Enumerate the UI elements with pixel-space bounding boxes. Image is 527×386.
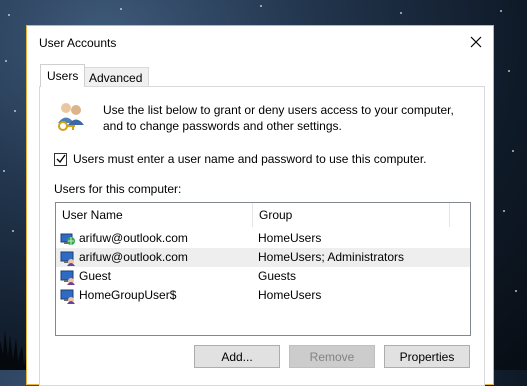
table-row[interactable]: Guest Guests [56, 267, 470, 286]
user-name: arifuw@outlook.com [79, 250, 188, 264]
tab-strip: Users Advanced [27, 60, 493, 87]
admin-user-icon [60, 251, 75, 266]
table-row[interactable]: arifuw@outlook.com HomeUsers; Administra… [56, 248, 470, 267]
title-bar: User Accounts [27, 26, 493, 60]
user-accounts-window: User Accounts Users Advanced Use the lis… [26, 25, 494, 386]
user-name: Guest [79, 269, 112, 283]
tab-advanced[interactable]: Advanced [82, 67, 150, 87]
user-name: arifuw@outlook.com [79, 231, 188, 245]
user-group: HomeUsers [258, 288, 322, 302]
must-login-label[interactable]: Users must enter a user name and passwor… [73, 152, 427, 166]
user-group: Guests [258, 269, 297, 283]
remove-button[interactable]: Remove [289, 345, 375, 368]
users-tab-panel: Use the list below to grant or deny user… [39, 86, 485, 386]
window-title: User Accounts [39, 36, 117, 50]
online-user-icon [60, 233, 75, 245]
checkmark-icon [56, 154, 66, 164]
must-login-row: Users must enter a user name and passwor… [54, 152, 427, 166]
column-header-user-name[interactable]: User Name [56, 203, 252, 227]
intro-text: Use the list below to grant or deny user… [103, 103, 454, 133]
user-name: HomeGroupUser$ [79, 288, 177, 302]
tab-users[interactable]: Users [40, 64, 86, 87]
table-row[interactable]: HomeGroupUser$ HomeUsers [56, 286, 470, 305]
users-listview[interactable]: User Name Group arifuw@outlook.com HomeU… [55, 202, 471, 336]
properties-button[interactable]: Properties [384, 345, 470, 368]
admin-user-icon [60, 270, 75, 285]
table-row[interactable]: arifuw@outlook.com HomeUsers [56, 229, 470, 248]
add-button[interactable]: Add... [194, 345, 280, 368]
close-icon [470, 36, 482, 48]
user-group: HomeUsers [258, 231, 322, 245]
must-login-checkbox[interactable] [54, 152, 67, 166]
listview-header: User Name Group [56, 203, 470, 227]
user-group: HomeUsers; Administrators [258, 250, 405, 264]
users-keys-icon [58, 103, 84, 131]
close-button[interactable] [461, 28, 491, 56]
admin-user-icon [60, 289, 75, 304]
column-header-group[interactable]: Group [253, 203, 449, 227]
users-list-label: Users for this computer: [54, 182, 182, 196]
column-separator[interactable] [449, 203, 450, 227]
